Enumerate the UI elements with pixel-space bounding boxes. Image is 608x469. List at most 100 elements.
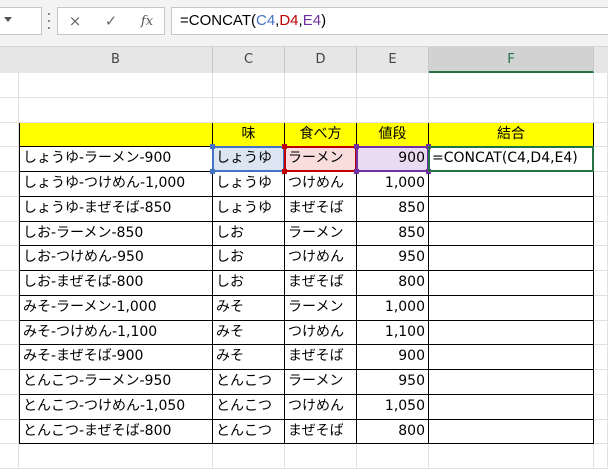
reference-handle[interactable] (282, 144, 287, 150)
worksheet-grid[interactable]: 味食べ方 値段 結合 しょうゆ-ラーメン-900 しょうゆ ラーメン 900 =CONCAT(… (0, 73, 608, 469)
table-header-b[interactable] (19, 122, 213, 148)
column-header-c[interactable]: C (213, 47, 285, 73)
cell-g-blank[interactable] (594, 320, 608, 346)
cell-a-blank[interactable] (0, 419, 19, 445)
table-cell-e[interactable]: 1,100 (357, 320, 429, 346)
table-cell-d[interactable]: まぜそば (285, 345, 357, 370)
table-cell-f[interactable] (429, 221, 594, 247)
cell-g-blank[interactable] (594, 394, 608, 420)
cell-a-blank[interactable] (0, 295, 19, 321)
name-box-dropdown-icon[interactable] (4, 17, 12, 22)
table-cell-f[interactable] (429, 246, 594, 271)
column-header-d[interactable]: D (285, 47, 357, 73)
table-header-d[interactable]: 食べ方 (285, 122, 357, 148)
cell-d-blank[interactable] (285, 97, 357, 123)
table-cell-d[interactable]: ラーメン (285, 147, 357, 172)
cell-b-blank[interactable] (19, 73, 213, 98)
cell-g-blank[interactable] (594, 97, 608, 123)
column-header-e[interactable]: E (357, 47, 429, 73)
table-cell-b[interactable]: とんこつ-まぜそば-800 (19, 419, 213, 445)
table-cell-b[interactable]: しょうゆ-まぜそば-850 (19, 196, 213, 222)
table-cell-e[interactable]: 1,050 (357, 394, 429, 420)
name-box[interactable] (0, 7, 42, 35)
cell-g-blank[interactable] (594, 122, 608, 148)
table-cell-b[interactable]: とんこつ-つけめん-1,050 (19, 394, 213, 420)
cell-c-blank[interactable] (213, 97, 285, 123)
table-cell-b[interactable]: みそ-ラーメン-1,000 (19, 295, 213, 321)
table-cell-f[interactable] (429, 345, 594, 370)
table-cell-c[interactable]: とんこつ (213, 394, 285, 420)
table-header-e[interactable]: 値段 (357, 122, 429, 148)
table-cell-e[interactable]: 900 (357, 345, 429, 370)
cell-f-blank[interactable] (429, 97, 594, 123)
cell-g-blank[interactable] (594, 172, 608, 197)
table-cell-b[interactable]: とんこつ-ラーメン-950 (19, 370, 213, 395)
cell-g-blank[interactable] (594, 271, 608, 296)
cell-a-blank[interactable] (0, 345, 19, 370)
cell-b-blank[interactable] (19, 444, 213, 469)
cell-a-blank[interactable] (0, 221, 19, 247)
cell-a-blank[interactable] (0, 444, 19, 469)
table-cell-e[interactable]: 950 (357, 370, 429, 395)
table-header-f[interactable]: 結合 (429, 122, 594, 148)
table-cell-e[interactable]: 1,000 (357, 172, 429, 197)
table-cell-d[interactable]: ラーメン (285, 370, 357, 395)
table-cell-b[interactable]: みそ-まぜそば-900 (19, 345, 213, 370)
table-cell-f[interactable] (429, 320, 594, 346)
cell-c-blank[interactable] (213, 73, 285, 98)
cell-g-blank[interactable] (594, 419, 608, 445)
table-cell-d[interactable]: つけめん (285, 246, 357, 271)
table-cell-b[interactable]: しお-まぜそば-800 (19, 271, 213, 296)
formula-bar-grip-icon[interactable] (47, 13, 51, 29)
cell-a-blank[interactable] (0, 196, 19, 222)
table-cell-f[interactable] (429, 394, 594, 420)
cell-a-blank[interactable] (0, 394, 19, 420)
table-cell-b[interactable]: しょうゆ-つけめん-1,000 (19, 172, 213, 197)
table-cell-d[interactable]: つけめん (285, 394, 357, 420)
cell-a-blank[interactable] (0, 73, 19, 98)
reference-handle[interactable] (426, 144, 431, 150)
table-cell-c[interactable]: みそ (213, 320, 285, 346)
table-cell-e[interactable]: 1,000 (357, 295, 429, 321)
active-cell-editing[interactable]: =CONCAT(C4,D4,E4) (429, 147, 594, 172)
table-cell-f[interactable] (429, 196, 594, 222)
table-cell-b[interactable]: しお-つけめん-950 (19, 246, 213, 271)
cell-g-blank[interactable] (594, 295, 608, 321)
cell-g-blank[interactable] (594, 73, 608, 98)
table-cell-f[interactable] (429, 295, 594, 321)
enter-icon[interactable]: ✓ (96, 8, 126, 34)
reference-handle[interactable] (354, 144, 359, 150)
reference-handle[interactable] (426, 169, 431, 174)
cell-f-blank[interactable] (429, 73, 594, 98)
table-cell-e[interactable]: 800 (357, 271, 429, 296)
column-header-b[interactable]: B (19, 47, 213, 73)
cell-g-blank[interactable] (594, 370, 608, 395)
table-cell-f[interactable] (429, 370, 594, 395)
table-cell-f[interactable] (429, 271, 594, 296)
table-cell-f[interactable] (429, 419, 594, 445)
table-cell-c[interactable]: しょうゆ (213, 147, 285, 172)
cell-g-blank[interactable] (594, 246, 608, 271)
table-cell-e[interactable]: 800 (357, 419, 429, 445)
table-cell-c[interactable]: しょうゆ (213, 172, 285, 197)
table-cell-b[interactable]: みそ-つけめん-1,100 (19, 320, 213, 346)
cell-e-blank[interactable] (357, 97, 429, 123)
cell-g-blank[interactable] (594, 147, 608, 172)
cell-a-blank[interactable] (0, 370, 19, 395)
table-cell-c[interactable]: みそ (213, 345, 285, 370)
table-cell-d[interactable]: まぜそば (285, 419, 357, 445)
table-cell-d[interactable]: つけめん (285, 172, 357, 197)
cell-a-blank[interactable] (0, 122, 19, 148)
table-cell-d[interactable]: ラーメン (285, 295, 357, 321)
cell-a-blank[interactable] (0, 172, 19, 197)
cell-f-blank[interactable] (429, 444, 594, 469)
table-cell-b[interactable]: しお-ラーメン-850 (19, 221, 213, 247)
cell-e-blank[interactable] (357, 73, 429, 98)
table-cell-d[interactable]: ラーメン (285, 221, 357, 247)
reference-handle[interactable] (210, 144, 215, 150)
cell-d-blank[interactable] (285, 444, 357, 469)
table-cell-e[interactable]: 900 (357, 147, 429, 172)
cell-a-blank[interactable] (0, 320, 19, 346)
table-cell-f[interactable] (429, 172, 594, 197)
table-cell-c[interactable]: しょうゆ (213, 196, 285, 222)
